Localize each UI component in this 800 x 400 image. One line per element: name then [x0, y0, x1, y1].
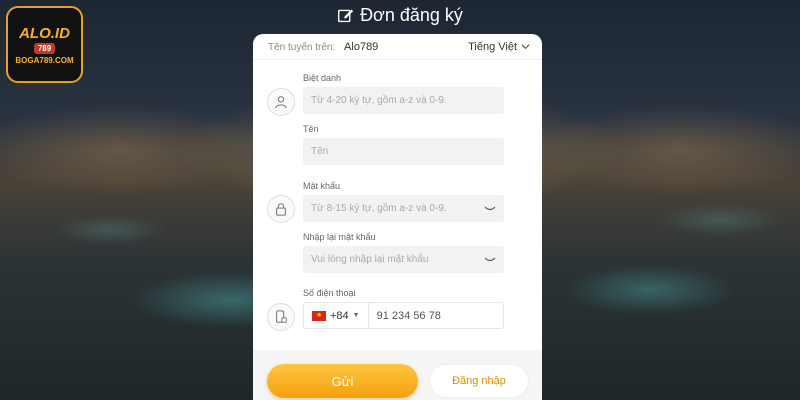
lock-icon [267, 195, 295, 223]
eye-closed-icon[interactable] [484, 257, 496, 263]
edit-icon [338, 9, 354, 23]
language-label: Tiếng Việt [468, 40, 517, 53]
nickname-input[interactable]: Từ 4-20 ký tự, gồm a-z và 0-9. [303, 87, 504, 114]
page-title-text: Đơn đăng ký [360, 5, 463, 25]
name-field: Tên Tên [303, 124, 504, 165]
confirm-password-label: Nhập lại mật khẩu [303, 232, 376, 242]
confirm-password-input[interactable]: Vui lòng nhập lại mật khẩu [303, 246, 504, 273]
language-selector[interactable]: Tiếng Việt [468, 41, 530, 53]
name-label: Tên [303, 124, 319, 134]
phone-label: Số điện thoại [303, 288, 356, 298]
phone-field: Số điện thoại +84 ▼ 91 234 56 78 [303, 288, 504, 329]
form-topbar: Tên tuyến trên: Alo789 Tiếng Việt [253, 34, 542, 60]
caret-down-icon: ▼ [352, 312, 360, 319]
submit-button[interactable]: Gửi [267, 364, 418, 398]
logo-brand-text: ALO.ID [19, 24, 70, 42]
logo-domain: BOGA789.COM [15, 55, 74, 65]
phone-input[interactable]: +84 ▼ 91 234 56 78 [303, 302, 504, 329]
password-label: Mật khẩu [303, 181, 341, 191]
referrer-label: Tên tuyến trên: [268, 41, 336, 53]
referrer-value: Alo789 [344, 40, 379, 53]
nickname-label: Biệt danh [303, 73, 342, 83]
chevron-down-icon [521, 44, 530, 50]
eye-closed-icon[interactable] [484, 206, 496, 212]
referrer: Tên tuyến trên: Alo789 [268, 41, 378, 53]
name-input[interactable]: Tên [303, 138, 504, 165]
country-code: +84 [330, 309, 349, 322]
user-icon [267, 88, 295, 116]
form-footer: Gửi Đăng nhập [253, 350, 542, 400]
confirm-password-field: Nhập lại mật khẩu Vui lòng nhập lại mật … [303, 232, 504, 273]
country-code-selector[interactable]: +84 ▼ [304, 303, 369, 328]
password-field: Mật khẩu Từ 8-15 ký tự, gồm a-z và 0-9. [303, 181, 504, 222]
phone-icon [267, 303, 295, 331]
page-title: Đơn đăng ký [0, 5, 800, 26]
logo-badge: 789 [33, 42, 56, 54]
login-button[interactable]: Đăng nhập [429, 364, 529, 398]
phone-placeholder: 91 234 56 78 [376, 309, 441, 322]
password-input[interactable]: Từ 8-15 ký tự, gồm a-z và 0-9. [303, 195, 504, 222]
registration-form: Tên tuyến trên: Alo789 Tiếng Việt Biệt d… [253, 34, 542, 400]
nickname-field: Biệt danh Từ 4-20 ký tự, gồm a-z và 0-9. [303, 73, 504, 114]
vietnam-flag-icon [312, 310, 326, 321]
